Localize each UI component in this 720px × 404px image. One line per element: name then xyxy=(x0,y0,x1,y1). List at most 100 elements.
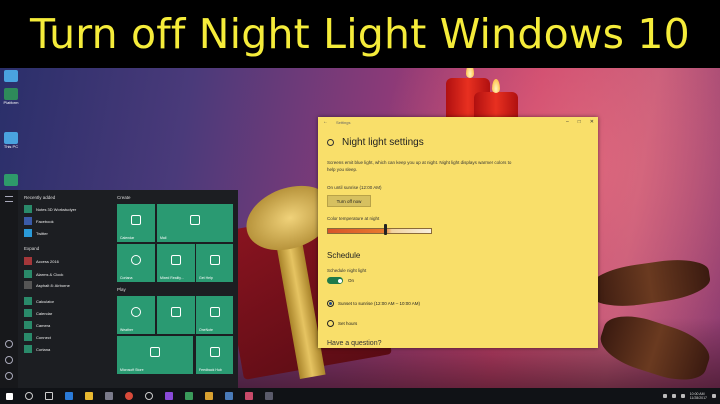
list-item[interactable]: Twitter xyxy=(24,228,48,238)
question-link[interactable]: Have a question? xyxy=(327,340,381,347)
list-item[interactable]: Access 2016 xyxy=(24,256,59,266)
description-text: Screens emit blue light, which can keep … xyxy=(327,160,512,172)
tile-microsoft-store[interactable]: Microsoft Store xyxy=(117,336,193,374)
app-icon[interactable] xyxy=(165,392,173,400)
tile-cortana[interactable]: Cortana xyxy=(117,244,155,282)
schedule-heading: Schedule xyxy=(327,251,361,260)
settings-gear-icon[interactable] xyxy=(5,356,13,364)
tile-photos[interactable] xyxy=(157,296,195,334)
store-icon xyxy=(150,346,160,357)
windows-start-icon[interactable] xyxy=(6,392,13,400)
tile-get-help[interactable]: Get Help xyxy=(196,244,233,282)
settings-gear-icon[interactable] xyxy=(145,392,153,400)
clock[interactable]: 10:00 AM 11/28/2017 xyxy=(690,392,707,400)
start-menu: Recently added Notes 3D Workstudyer Face… xyxy=(0,190,238,388)
slider-thumb[interactable] xyxy=(383,224,387,235)
onenote-icon xyxy=(209,306,220,317)
tile-label: Calendar xyxy=(120,236,135,240)
tile-calendar[interactable]: Calendar xyxy=(117,204,155,242)
desktop-icon-recycle-bin[interactable] xyxy=(2,70,20,82)
cortana-icon xyxy=(24,345,32,353)
schedule-toggle[interactable] xyxy=(327,277,343,284)
close-icon[interactable]: ✕ xyxy=(590,119,594,125)
list-item[interactable]: Notes 3D Workstudyer xyxy=(24,204,76,214)
list-item[interactable]: Asphalt 8: Airborne xyxy=(24,280,70,290)
app-icon[interactable] xyxy=(205,392,213,400)
app-icon[interactable] xyxy=(225,392,233,400)
notification-icon[interactable] xyxy=(712,394,716,398)
list-item[interactable]: Alarms & Clock xyxy=(24,269,63,279)
desktop-icon-label: This PC xyxy=(3,144,19,149)
game-icon xyxy=(24,281,32,289)
create-label: Create xyxy=(117,195,131,200)
weather-icon xyxy=(131,306,141,317)
app-icon xyxy=(24,205,32,213)
twitter-icon xyxy=(24,229,32,237)
maximize-icon[interactable]: □ xyxy=(578,119,581,125)
access-icon xyxy=(24,257,32,265)
user-icon[interactable] xyxy=(5,340,13,348)
cortana-icon xyxy=(131,254,141,265)
search-icon[interactable] xyxy=(25,392,33,400)
app-icon[interactable] xyxy=(245,392,253,400)
turn-off-now-button[interactable]: Turn off now xyxy=(327,195,371,207)
desktop-icon-app[interactable] xyxy=(2,174,20,186)
tile-label: Mail xyxy=(160,236,167,240)
list-item[interactable]: Cortana xyxy=(24,344,50,354)
tile-mixed-reality[interactable]: Mixed Reality... xyxy=(157,244,195,282)
flame-decoration xyxy=(466,68,474,78)
app-label: Access 2016 xyxy=(36,258,59,264)
app-icon[interactable] xyxy=(185,392,193,400)
list-item[interactable]: Connect xyxy=(24,332,51,342)
app-label: Cortana xyxy=(36,346,51,352)
tile-label: Get Help xyxy=(199,276,213,280)
app-icon[interactable] xyxy=(265,392,273,400)
tile-label: OneNote xyxy=(199,328,214,332)
tile-weather[interactable]: Weather xyxy=(117,296,155,334)
list-item[interactable]: Calendar xyxy=(24,308,52,318)
network-icon[interactable] xyxy=(662,394,667,398)
list-item[interactable]: Facebook xyxy=(24,216,54,226)
power-icon[interactable] xyxy=(5,372,13,380)
tile-feedback-hub[interactable]: Feedback Hub xyxy=(196,336,233,374)
tile-onenote[interactable]: OneNote xyxy=(196,296,233,334)
desktop-icon-platform[interactable]: Platform xyxy=(2,88,20,105)
list-item[interactable]: Calculator xyxy=(24,296,54,306)
back-arrow-icon[interactable]: ← xyxy=(323,119,328,125)
chrome-icon[interactable] xyxy=(125,392,133,400)
title-banner: Turn off Night Light Windows 10 xyxy=(0,0,720,68)
tile-label: Cortana xyxy=(120,276,133,280)
minimize-icon[interactable]: – xyxy=(566,119,569,125)
system-tray: 10:00 AM 11/28/2017 xyxy=(662,392,716,400)
mixed-reality-icon xyxy=(171,254,181,265)
app-label: Connect xyxy=(36,334,51,340)
camera-icon xyxy=(24,321,32,329)
calendar-icon xyxy=(131,214,141,225)
tile-mail[interactable]: Mail xyxy=(157,204,233,242)
settings-window: ← Settings – □ ✕ Night light settings Sc… xyxy=(318,117,598,348)
tile-label: Mixed Reality... xyxy=(160,276,184,280)
photos-icon xyxy=(171,306,181,317)
edge-icon[interactable] xyxy=(65,392,73,400)
radio-sunset-to-sunrise[interactable] xyxy=(327,300,334,307)
file-explorer-icon[interactable] xyxy=(85,392,93,400)
banner-title: Turn off Night Light Windows 10 xyxy=(30,10,690,58)
gear-icon xyxy=(327,139,334,146)
desktop-icon-this-pc[interactable]: This PC xyxy=(2,132,20,149)
color-temperature-slider[interactable] xyxy=(327,228,432,234)
task-view-icon[interactable] xyxy=(45,392,53,400)
window-controls: – □ ✕ xyxy=(566,119,594,125)
radio-set-hours[interactable] xyxy=(327,320,334,327)
tile-label: Feedback Hub xyxy=(199,368,222,372)
facebook-icon xyxy=(24,217,32,225)
radio-sunset-label: Sunset to sunrise (12:00 AM – 10:00 AM) xyxy=(338,301,421,306)
title-bar: ← Settings – □ ✕ xyxy=(318,117,598,127)
battery-icon[interactable] xyxy=(680,394,685,398)
schedule-label: Schedule night light xyxy=(327,268,367,273)
list-item[interactable]: Camera xyxy=(24,320,50,330)
hamburger-icon[interactable] xyxy=(5,196,13,202)
expand-label[interactable]: Expand xyxy=(24,246,39,251)
volume-icon[interactable] xyxy=(671,394,676,398)
window-title: Settings xyxy=(336,119,351,125)
store-icon[interactable] xyxy=(105,392,113,400)
